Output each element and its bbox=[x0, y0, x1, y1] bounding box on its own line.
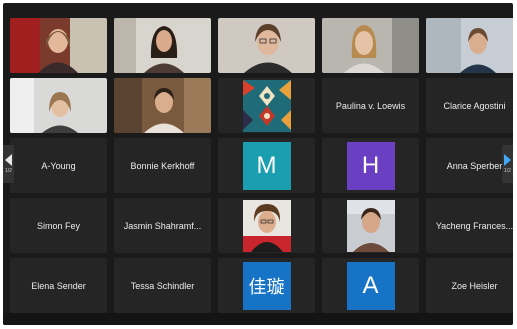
page-indicator: 1/2 bbox=[504, 168, 511, 174]
next-page-button[interactable]: 1/2 bbox=[502, 145, 513, 183]
chevron-right-icon bbox=[504, 154, 511, 166]
initial-avatar: M bbox=[242, 141, 291, 190]
participant-name-tile[interactable]: Tessa Schindler bbox=[114, 258, 211, 313]
initial-avatar: H bbox=[346, 141, 395, 190]
participant-video bbox=[10, 78, 107, 133]
participant-video-tile-active-speaker[interactable] bbox=[322, 18, 419, 73]
participant-name: Simon Fey bbox=[36, 220, 80, 231]
participant-video-tile[interactable] bbox=[114, 78, 211, 133]
participant-name-tile[interactable]: Elena Sender bbox=[10, 258, 107, 313]
participant-name: A-Young bbox=[41, 160, 76, 171]
participant-video bbox=[114, 78, 211, 133]
participant-video bbox=[10, 18, 107, 73]
participant-name: Clarice Agostini bbox=[443, 100, 506, 111]
meeting-toolbar bbox=[3, 313, 513, 325]
participant-video bbox=[218, 18, 315, 73]
participant-video bbox=[114, 18, 211, 73]
participant-photo-tile[interactable] bbox=[322, 198, 419, 253]
participant-video bbox=[426, 18, 513, 73]
participant-name-tile[interactable]: Jasmin Shahramf... bbox=[114, 198, 211, 253]
initial-avatar: 佳璇 bbox=[242, 261, 291, 310]
page-indicator: 1/2 bbox=[5, 168, 12, 174]
participant-initial-tile[interactable]: 佳璇 bbox=[218, 258, 315, 313]
participant-photo-tile[interactable] bbox=[218, 78, 315, 133]
participant-name: Bonnie Kerkhoff bbox=[130, 160, 195, 171]
profile-picture bbox=[242, 199, 291, 252]
participant-name: Paulina v. Loewis bbox=[335, 100, 406, 111]
chevron-left-icon bbox=[5, 154, 12, 166]
participant-name: Jasmin Shahramf... bbox=[123, 220, 202, 231]
participant-name-tile[interactable]: Anna Sperber bbox=[426, 138, 513, 193]
participant-name-tile[interactable]: Simon Fey bbox=[10, 198, 107, 253]
participant-video-tile[interactable] bbox=[218, 18, 315, 73]
participant-initial-tile[interactable]: H bbox=[322, 138, 419, 193]
profile-picture bbox=[346, 199, 395, 252]
participant-video bbox=[322, 18, 419, 73]
initial-avatar: A bbox=[346, 261, 395, 310]
profile-picture bbox=[242, 79, 291, 132]
participant-video-tile[interactable] bbox=[10, 78, 107, 133]
participant-name: Anna Sperber bbox=[446, 160, 503, 171]
participant-name-tile[interactable]: Paulina v. Loewis bbox=[322, 78, 419, 133]
participant-name: Yacheng Frances... bbox=[435, 220, 513, 231]
participant-initial-tile[interactable]: A bbox=[322, 258, 419, 313]
participant-video-tile[interactable] bbox=[426, 18, 513, 73]
participant-video-tile[interactable] bbox=[10, 18, 107, 73]
participant-name: Tessa Schindler bbox=[130, 280, 195, 291]
participant-name: Zoe Heisler bbox=[451, 280, 498, 291]
participant-name-tile[interactable]: Zoe Heisler bbox=[426, 258, 513, 313]
previous-page-button[interactable]: 1/2 bbox=[3, 145, 14, 183]
participant-name: Elena Sender bbox=[31, 280, 86, 291]
participant-initial-tile[interactable]: M bbox=[218, 138, 315, 193]
participant-name-tile[interactable]: A-Young bbox=[10, 138, 107, 193]
participant-name-tile[interactable]: Bonnie Kerkhoff bbox=[114, 138, 211, 193]
video-gallery: Paulina v. Loewis Clarice Agostini A-You… bbox=[3, 3, 513, 325]
participant-name-tile[interactable]: Clarice Agostini bbox=[426, 78, 513, 133]
participant-photo-tile[interactable] bbox=[218, 198, 315, 253]
participant-video-tile[interactable] bbox=[114, 18, 211, 73]
participant-name-tile[interactable]: Yacheng Frances... bbox=[426, 198, 513, 253]
